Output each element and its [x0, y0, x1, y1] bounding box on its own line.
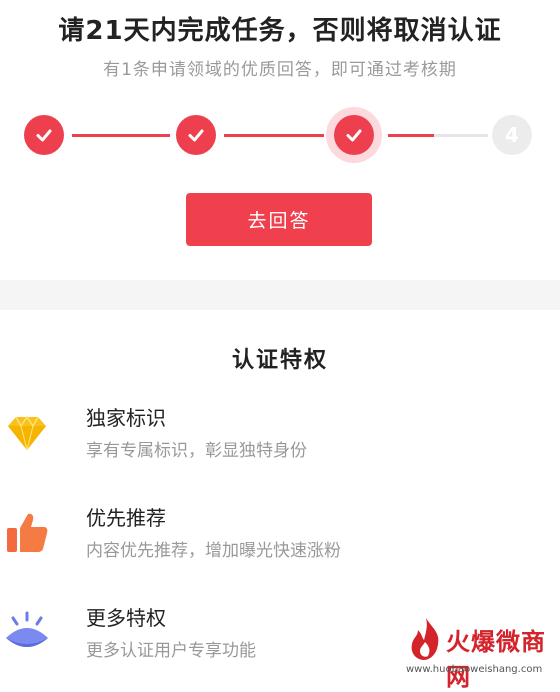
step-2-check-icon [176, 115, 216, 155]
privilege-item-exclusive-badge: 独家标识 享有专属标识，彰显独特身份 [0, 402, 560, 472]
thumbs-up-icon [4, 510, 50, 556]
page-subtitle: 有1条申请领域的优质回答，即可通过考核期 [103, 60, 457, 80]
answer-button[interactable]: 去回答 [186, 193, 372, 246]
step-1-check-icon [24, 115, 64, 155]
page-title: 请21天内完成任务，否则将取消认证 [58, 16, 502, 46]
eye-icon [4, 610, 50, 656]
privilege-item-priority-recommend: 优先推荐 内容优先推荐，增加曝光快速涨粉 [0, 502, 560, 572]
diamond-icon [4, 410, 50, 456]
privilege-name: 更多特权 [86, 606, 166, 630]
progress-steps: 4 [0, 105, 560, 165]
privilege-name: 独家标识 [86, 406, 166, 430]
step-3-check-icon [334, 115, 374, 155]
step-4: 4 [492, 115, 532, 155]
watermark: 火爆微商网 www.huobaoweishang.com [400, 612, 560, 691]
privilege-name: 优先推荐 [86, 506, 166, 530]
step-connector-3-remaining [434, 134, 488, 137]
section-divider [0, 280, 560, 310]
privilege-desc: 享有专属标识，彰显独特身份 [86, 441, 307, 461]
step-connector-3-progress [388, 134, 434, 137]
privilege-desc: 内容优先推荐，增加曝光快速涨粉 [86, 541, 341, 561]
flame-logo-icon [411, 618, 439, 660]
watermark-url: www.huobaoweishang.com [406, 664, 543, 675]
step-connector-2 [224, 134, 324, 137]
privilege-desc: 更多认证用户专享功能 [86, 641, 256, 661]
step-connector-1 [72, 134, 170, 137]
privileges-title: 认证特权 [231, 348, 328, 373]
task-panel: 请21天内完成任务，否则将取消认证 有1条申请领域的优质回答，即可通过考核期 4… [0, 0, 560, 280]
